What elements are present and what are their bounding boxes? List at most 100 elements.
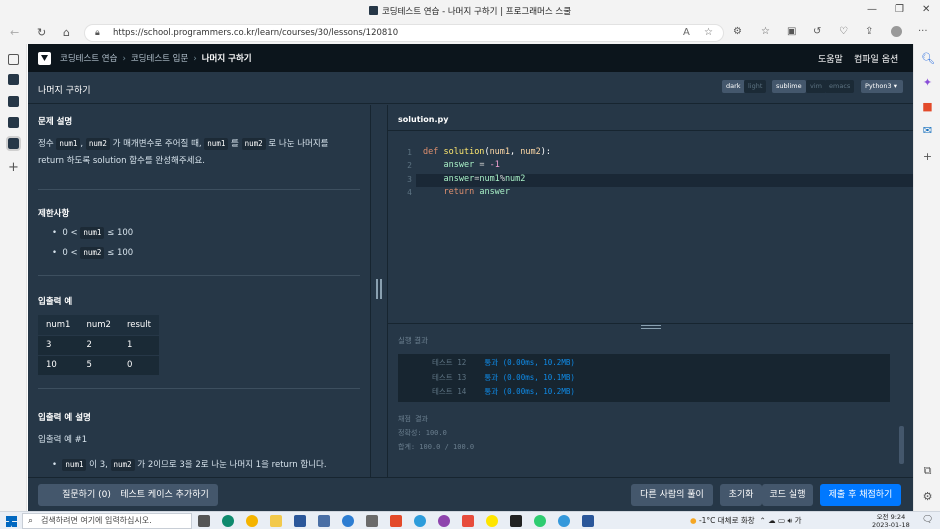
list-item: 테스트 12 통과 (0.00ms, 10.2MB) [432,358,575,367]
close-window-icon[interactable]: ✕ [922,4,930,15]
settings-icon[interactable] [366,515,378,527]
task-view-icon[interactable] [198,515,210,527]
table-header-row: num1 num2 result [38,315,159,336]
tab-programmers-3[interactable] [8,117,19,128]
profile-avatar[interactable] [891,26,902,37]
theme-dark-button[interactable]: dark [722,80,745,93]
edge-icon[interactable] [222,515,234,527]
programmers-favicon [368,6,378,15]
app-icon[interactable] [462,515,474,527]
code-line-2[interactable]: answer = -1 [423,160,499,170]
tab-programmers-2[interactable] [8,96,19,107]
url-text[interactable]: https://school.programmers.co.kr/learn/c… [113,28,398,38]
word-icon[interactable] [582,515,594,527]
drag-handle-icon[interactable] [376,279,382,299]
compile-options-link[interactable]: 컴파일 옵션 [854,52,898,65]
extensions-icon[interactable]: ⚙ [733,26,742,37]
app-icon[interactable] [510,515,522,527]
add-sidebar-icon[interactable]: + [921,150,934,163]
app-icon[interactable] [342,515,354,527]
office-icon[interactable]: ■ [921,100,934,113]
history-icon[interactable]: ↺ [813,26,821,37]
favorite-add-icon[interactable]: ☆ [704,27,713,38]
console-scrollbar[interactable] [899,426,904,464]
back-icon[interactable]: ← [10,26,19,39]
line-number: 3 [407,175,412,184]
app-icon[interactable] [318,515,330,527]
notification-icon[interactable]: 🗨︎ [922,515,933,525]
tab-title[interactable]: 코딩테스트 연습 - 나머지 구하기 | 프로그래머스 스쿨 [0,5,940,17]
chrome-icon[interactable] [246,515,258,527]
performance-icon[interactable]: ♡ [839,26,848,37]
home-icon[interactable]: ⌂ [63,26,70,39]
divider [38,388,360,389]
tab-actions-icon[interactable] [8,54,19,65]
limit-item-1: • 0 < num1 ≤ 100 [52,227,134,239]
breadcrumb-intro[interactable]: 코딩테스트 입문 [131,54,188,64]
sidebar-toggle-icon[interactable]: ⧉ [921,464,934,478]
others-solutions-button[interactable]: 다른 사람의 풀이 [631,484,713,506]
office-icon[interactable] [390,515,402,527]
list-item: 테스트 14 통과 (0.00ms, 10.2MB) [432,387,575,396]
kakaotalk-icon[interactable] [486,515,498,527]
search-icon[interactable]: 🔍︎ [921,52,935,65]
code-editor[interactable]: solution.py 1 2 3 4 def solution(num1, n… [388,105,913,323]
taskbar-search[interactable]: ⌕ 검색하려면 여기에 입력하십시오. [22,513,192,529]
horizontal-splitter[interactable] [388,323,913,330]
caret-down-icon: ▾ [893,82,898,90]
address-bar[interactable]: 🔒︎ https://school.programmers.co.kr/lear… [84,24,724,42]
weather-text[interactable]: -1°C 대체로 화창 [699,516,755,525]
code-line-1[interactable]: def solution(num1, num2): [423,147,551,157]
search-icon: ⌕ [28,516,34,526]
keymap-vim-button[interactable]: vim [806,80,826,93]
code-line-3[interactable]: answer=num1%num2 [423,174,525,184]
breadcrumb-practice[interactable]: 코딩테스트 연습 [60,54,117,64]
language-select[interactable]: Python3 ▾ [861,80,903,93]
submit-button[interactable]: 제출 후 채점하기 [820,484,901,506]
editor-body[interactable]: 1 2 3 4 def solution(num1, num2): answer… [388,130,913,323]
store-icon[interactable] [294,515,306,527]
problem-header: 나머지 구하기 dark light sublime vim emacs Pyt… [28,72,913,104]
clock[interactable]: 오전 9:24 2023-01-18 [872,513,910,529]
app-icon[interactable] [414,515,426,527]
theme-light-button[interactable]: light [744,80,767,93]
reset-button[interactable]: 초기화 [720,484,762,506]
system-tray: ● -1°C 대체로 화창 ⌃ ☁ ▭ 🔊︎ 가 [690,515,802,526]
code-num1: num1 [56,138,81,150]
app-icon[interactable] [558,515,570,527]
lock-icon: 🔒︎ [95,28,100,38]
keymap-emacs-button[interactable]: emacs [825,80,855,93]
vertical-splitter[interactable] [370,105,388,477]
outlook-icon[interactable]: ✉ [921,124,934,137]
new-tab-icon[interactable]: + [8,160,19,175]
windows-start-icon[interactable] [6,516,17,527]
add-test-case-button[interactable]: 테스트 케이스 추가하기 [111,484,218,506]
code-num2: num2 [241,138,266,150]
chevron-right-icon: › [193,54,197,64]
discover-icon[interactable]: ✦ [921,76,934,89]
app-icon[interactable] [534,515,546,527]
keymap-sublime-button[interactable]: sublime [772,80,806,93]
action-footer: 질문하기 (0) 테스트 케이스 추가하기 다른 사람의 풀이 초기화 코드 실… [28,477,913,511]
tab-programmers-active[interactable] [6,136,21,151]
settings-icon[interactable]: ⚙ [921,490,934,503]
share-icon[interactable]: ⇪ [865,26,873,37]
drag-handle-icon[interactable] [641,325,661,329]
file-explorer-icon[interactable] [270,515,282,527]
tray-icons[interactable]: ⌃ ☁ ▭ 🔊︎ 가 [759,516,801,525]
maximize-icon[interactable]: ❐ [895,4,904,15]
programmers-logo[interactable] [38,52,51,65]
io-example-label: 입출력 예 #1 [38,435,88,445]
collections-icon[interactable]: ▣ [787,26,796,37]
minimize-icon[interactable]: — [867,4,877,15]
tab-programmers-1[interactable] [8,74,19,85]
more-icon[interactable]: ··· [918,26,928,37]
read-aloud-icon[interactable]: A [683,27,690,38]
favorites-icon[interactable]: ☆ [761,26,770,37]
code-line-4[interactable]: return answer [423,187,510,197]
run-code-button[interactable]: 코드 실행 [762,484,813,506]
app-icon[interactable] [438,515,450,527]
help-link[interactable]: 도움말 [818,52,843,65]
divider [38,189,360,190]
reload-icon[interactable]: ↻ [37,26,46,39]
